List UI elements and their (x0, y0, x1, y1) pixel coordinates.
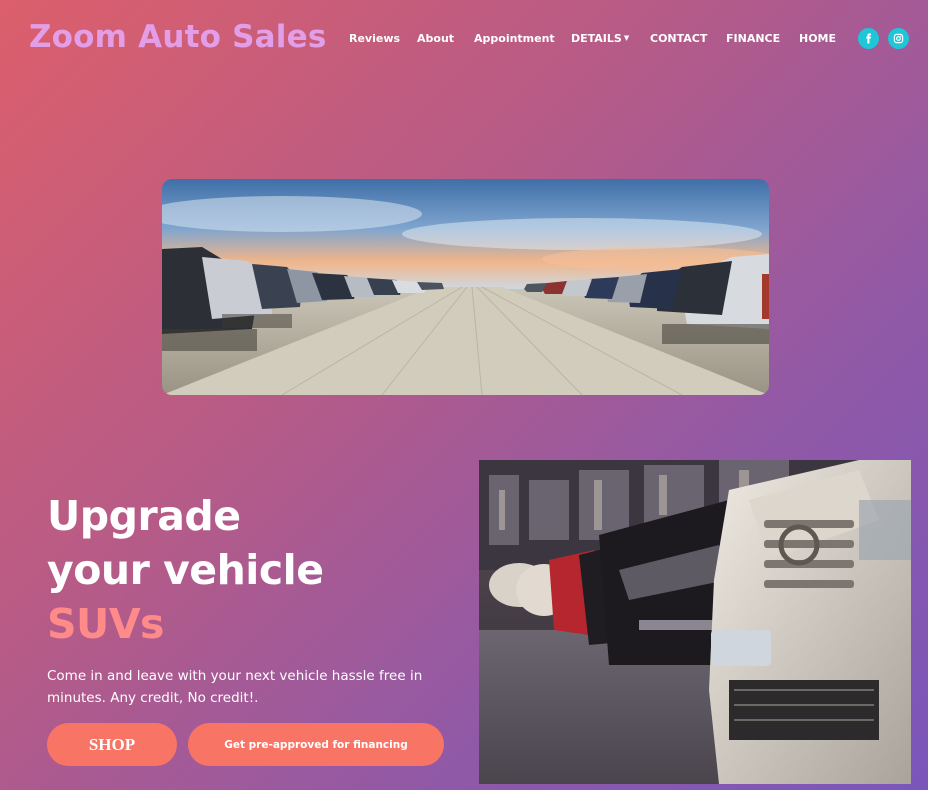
hero-headline-line2: your vehicle (47, 546, 324, 594)
top-navbar: Zoom Auto Sales Reviews About Appointmen… (0, 0, 928, 80)
nav-item-appointment[interactable]: Appointment (474, 32, 555, 45)
brand-logo[interactable]: Zoom Auto Sales (29, 19, 327, 55)
nav-item-home[interactable]: HOME (799, 32, 836, 45)
nav-item-details[interactable]: DETAILS ▼ (571, 32, 629, 45)
nav-item-about[interactable]: About (417, 32, 454, 45)
caret-down-icon: ▼ (623, 34, 630, 42)
hero-car-lot-image (162, 179, 769, 395)
hero-headline-line1: Upgrade (47, 492, 241, 540)
get-preapproved-button[interactable]: Get pre-approved for financing (188, 723, 444, 766)
nav-item-details-label: DETAILS (571, 32, 622, 45)
facebook-icon[interactable] (858, 28, 879, 49)
shop-button[interactable]: SHOP (47, 723, 177, 766)
hero-headline-accent: SUVs (47, 600, 164, 648)
hero-lead-text: Come in and leave with your next vehicle… (47, 668, 423, 706)
instagram-icon[interactable] (888, 28, 909, 49)
nav-item-finance[interactable]: FINANCE (726, 32, 780, 45)
cars-row-image (479, 460, 911, 784)
nav-item-contact[interactable]: CONTACT (650, 32, 707, 45)
nav-item-reviews[interactable]: Reviews (349, 32, 400, 45)
